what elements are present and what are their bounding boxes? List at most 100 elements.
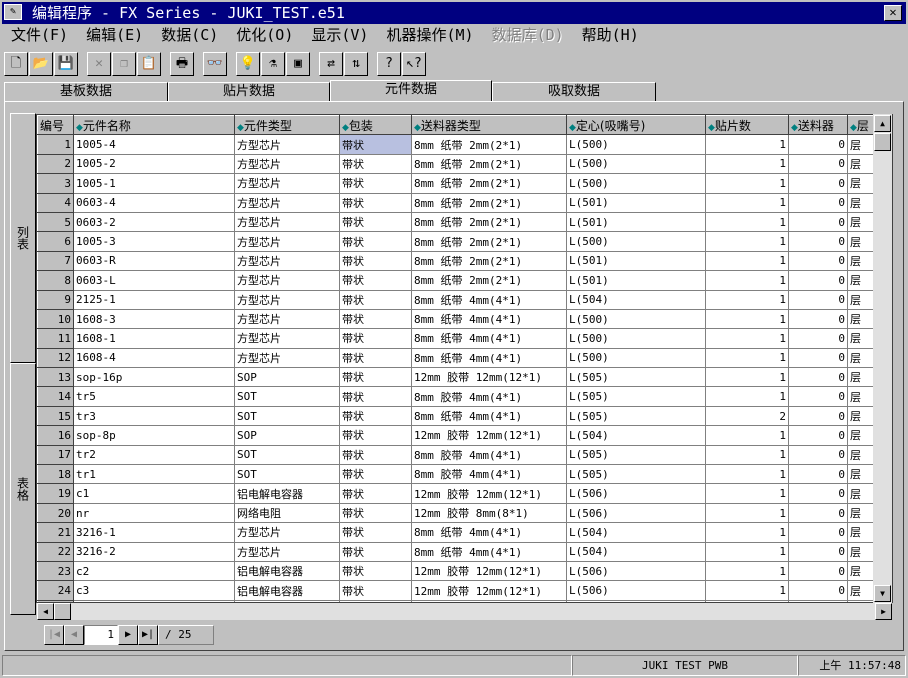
- table-cell[interactable]: 1005-2: [73, 153, 235, 175]
- table-cell[interactable]: 1: [705, 250, 789, 272]
- table-cell[interactable]: 12mm 胶带 12mm(12*1): [411, 560, 567, 582]
- table-cell[interactable]: 1608-3: [73, 308, 235, 330]
- table-cell[interactable]: 方型芯片: [234, 231, 340, 252]
- table-cell[interactable]: 1: [705, 173, 789, 194]
- table-cell[interactable]: 1: [705, 522, 789, 543]
- table-cell[interactable]: SOT: [234, 444, 340, 466]
- paste-button[interactable]: 📋: [137, 52, 161, 76]
- table-cell[interactable]: 8mm 胶带 4mm(4*1): [411, 386, 567, 407]
- print-button[interactable]: 🖶: [170, 52, 194, 76]
- table-cell[interactable]: 3216-1: [73, 522, 235, 543]
- table-cell[interactable]: 1: [705, 289, 789, 310]
- table-cell[interactable]: 1: [705, 580, 789, 601]
- table-cell[interactable]: tr5: [73, 386, 235, 407]
- table-cell[interactable]: SOP: [234, 425, 340, 446]
- table-cell[interactable]: 1: [705, 444, 789, 466]
- table-cell[interactable]: 11: [37, 328, 74, 349]
- table-cell[interactable]: 方型芯片: [234, 153, 340, 175]
- table-row[interactable]: 18 tr1 SOT 带状 8mm 胶带 4mm(4*1) L(505) 1 0 层: [37, 464, 878, 485]
- table-cell[interactable]: L(506): [566, 502, 706, 524]
- table-cell[interactable]: L(501): [566, 211, 706, 233]
- table-cell[interactable]: 12: [37, 347, 74, 369]
- lightbulb-button[interactable]: 💡: [236, 52, 260, 76]
- table-cell[interactable]: 8mm 纸带 2mm(2*1): [411, 173, 567, 194]
- table-cell[interactable]: 8mm 纸带 2mm(2*1): [411, 211, 567, 233]
- table-cell[interactable]: 1: [705, 386, 789, 407]
- column-header[interactable]: 编号: [37, 115, 74, 136]
- table-cell[interactable]: 8mm 纸带 4mm(4*1): [411, 308, 567, 330]
- table-cell[interactable]: 0: [788, 405, 848, 427]
- table-cell[interactable]: 0603-4: [73, 192, 235, 213]
- table-cell[interactable]: 12mm 胶带 12mm(12*1): [411, 483, 567, 504]
- table-cell[interactable]: 0: [788, 347, 848, 369]
- table-cell[interactable]: 方型芯片: [234, 250, 340, 272]
- table-cell[interactable]: 13: [37, 367, 74, 388]
- table-cell[interactable]: L(504): [566, 541, 706, 562]
- table-cell[interactable]: 0: [788, 192, 848, 213]
- table-cell[interactable]: c1: [73, 483, 235, 504]
- table-cell[interactable]: 2125-1: [73, 289, 235, 310]
- table-cell[interactable]: 0: [788, 386, 848, 407]
- cut-button[interactable]: ✕: [87, 52, 111, 76]
- table-cell[interactable]: 8mm 纸带 4mm(4*1): [411, 522, 567, 543]
- table-cell[interactable]: 0: [788, 580, 848, 601]
- table-cell[interactable]: 带状: [339, 367, 412, 388]
- table-cell[interactable]: tr3: [73, 405, 235, 427]
- table-cell[interactable]: 10: [37, 308, 74, 330]
- table-cell[interactable]: 3: [37, 173, 74, 194]
- table-cell[interactable]: 方型芯片: [234, 134, 340, 155]
- table-cell[interactable]: L(500): [566, 347, 706, 369]
- table-cell[interactable]: 0: [788, 250, 848, 272]
- table-cell[interactable]: 方型芯片: [234, 328, 340, 349]
- table-cell[interactable]: 1: [705, 153, 789, 175]
- menu-item-7[interactable]: 帮助(H): [573, 24, 648, 46]
- table-cell[interactable]: L(500): [566, 308, 706, 330]
- table-cell[interactable]: 1: [705, 560, 789, 582]
- table-cell[interactable]: 0: [788, 502, 848, 524]
- table-cell[interactable]: 0: [788, 541, 848, 562]
- table-cell[interactable]: L(505): [566, 367, 706, 388]
- tab-2[interactable]: 元件数据: [330, 80, 492, 102]
- table-row[interactable]: 17 tr2 SOT 带状 8mm 胶带 4mm(4*1) L(505) 1 0 层: [37, 444, 878, 466]
- table-row[interactable]: 7 0603-R 方型芯片 带状 8mm 纸带 2mm(2*1) L(501) 1 0 层: [37, 250, 878, 272]
- copy-button[interactable]: ❐: [112, 52, 136, 76]
- table-cell[interactable]: 7: [37, 250, 74, 272]
- table-cell[interactable]: 带状: [339, 464, 412, 485]
- table-cell[interactable]: 方型芯片: [234, 541, 340, 562]
- table-cell[interactable]: 18: [37, 464, 74, 485]
- table-row[interactable]: 22 3216-2 方型芯片 带状 8mm 纸带 4mm(4*1) L(504) 1 0 层: [37, 541, 878, 562]
- table-row[interactable]: 12 1608-4 方型芯片 带状 8mm 纸带 4mm(4*1) L(500) 1 0 层: [37, 347, 878, 369]
- table-cell[interactable]: 1: [705, 308, 789, 330]
- swap-vertical-button[interactable]: ⇅: [344, 52, 368, 76]
- table-cell[interactable]: 0: [788, 483, 848, 504]
- menu-item-1[interactable]: 编辑(E): [77, 24, 152, 46]
- table-cell[interactable]: 带状: [339, 347, 412, 369]
- table-cell[interactable]: 方型芯片: [234, 173, 340, 194]
- column-header[interactable]: ◆送料器类型: [411, 115, 567, 136]
- table-cell[interactable]: SOT: [234, 405, 340, 427]
- table-cell[interactable]: 方型芯片: [234, 308, 340, 330]
- table-cell[interactable]: 6: [37, 231, 74, 252]
- table-cell[interactable]: 0: [788, 289, 848, 310]
- table-cell[interactable]: 8mm 纸带 2mm(2*1): [411, 192, 567, 213]
- table-cell[interactable]: 铝电解电容器: [234, 483, 340, 504]
- table-row[interactable]: 1 1005-4 方型芯片 带状 8mm 纸带 2mm(2*1) L(500) 1 0 层: [37, 134, 878, 155]
- table-cell[interactable]: 带状: [339, 483, 412, 504]
- menu-item-5[interactable]: 机器操作(M): [377, 24, 482, 46]
- menu-item-2[interactable]: 数据(C): [152, 24, 227, 46]
- new-file-button[interactable]: 🗋: [4, 52, 28, 76]
- table-row[interactable]: 21 3216-1 方型芯片 带状 8mm 纸带 4mm(4*1) L(504) 1 0 层: [37, 522, 878, 543]
- table-cell[interactable]: L(505): [566, 405, 706, 427]
- table-cell[interactable]: 带状: [339, 386, 412, 407]
- table-cell[interactable]: 1005-4: [73, 134, 235, 155]
- table-cell[interactable]: SOP: [234, 367, 340, 388]
- table-cell[interactable]: 8: [37, 270, 74, 291]
- table-cell[interactable]: 1: [705, 270, 789, 291]
- table-cell[interactable]: 铝电解电容器: [234, 580, 340, 601]
- column-header[interactable]: ◆包装: [339, 115, 412, 136]
- table-row[interactable]: 16 sop-8p SOP 带状 12mm 胶带 12mm(12*1) L(504) 1 0 层: [37, 425, 878, 446]
- table-cell[interactable]: 19: [37, 483, 74, 504]
- table-cell[interactable]: L(500): [566, 134, 706, 155]
- table-cell[interactable]: 1: [705, 425, 789, 446]
- view-tab-list[interactable]: 列表: [10, 113, 36, 363]
